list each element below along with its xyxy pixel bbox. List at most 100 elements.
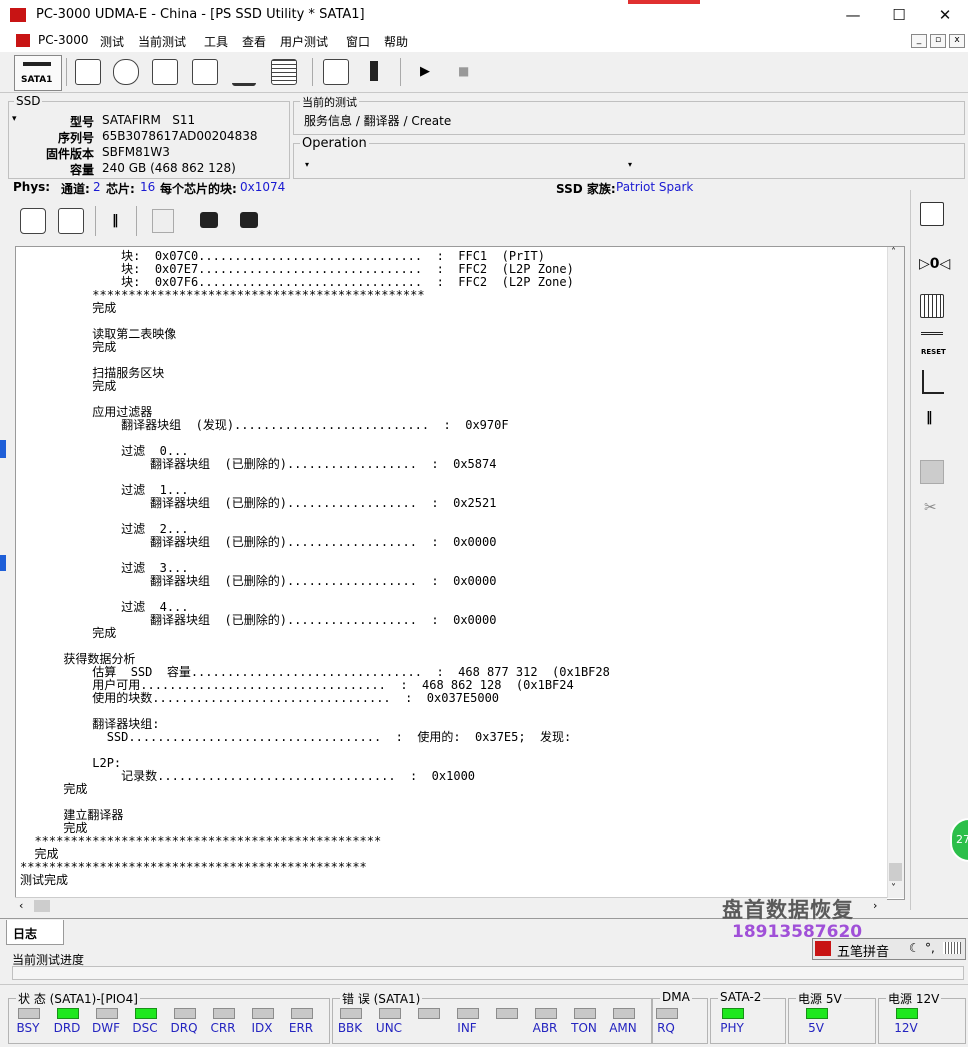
ssd-dropdown-icon[interactable]: ▾ [12,114,17,124]
sector-grid-icon[interactable] [271,59,297,85]
side-tools-icon[interactable]: ✂ [924,498,937,516]
status-group-title: 电源 12V [886,990,942,1007]
serial-label: 序列号 [57,131,94,145]
mdi-close-button[interactable]: x [949,34,965,48]
status-led-label: AMN [609,1021,637,1035]
scroll-down-arrow-icon[interactable]: ˅ [891,883,896,894]
menu-help[interactable]: 帮助 [384,33,408,50]
ssd-group-title: SSD [14,94,43,108]
scroll-left-arrow-icon[interactable]: ‹ [19,899,23,912]
stop-icon[interactable]: ■ [458,64,469,78]
reset-icon[interactable] [232,59,256,86]
channels-value: 2 [93,180,101,194]
status-group-title: 错 误 (SATA1) [340,990,423,1007]
ime-moon-icon[interactable]: ☾ [909,941,920,955]
side-drive-info-icon[interactable] [920,202,944,226]
status-group-title: 电源 5V [796,990,844,1007]
side-pause-icon[interactable]: ‖ [926,410,933,425]
log-line: 使用的块数................................. :… [20,691,500,705]
side-reset-icon[interactable]: RESET [921,332,946,359]
model-label: 型号 [69,115,94,129]
status-group-title: DMA [660,990,692,1004]
scroll-right-arrow-icon[interactable]: › [873,899,877,912]
side-plugin-icon[interactable] [920,460,944,484]
ime-logo-icon [815,941,831,956]
menu-bar: PC-3000 测试 当前测试 工具 查看 用户测试 窗口 帮助 _ ▫ x [0,30,968,53]
menu-pc3000[interactable]: PC-3000 [38,33,88,47]
status-led-label: DRQ [170,1021,198,1035]
menu-view[interactable]: 查看 [242,33,266,50]
drive-info-icon[interactable] [75,59,101,85]
app-logo-icon [10,8,26,22]
menu-test[interactable]: 测试 [100,33,124,50]
status-led-label: ERR [288,1021,314,1035]
sata-port-button[interactable]: SATA1 [14,55,62,91]
status-led-inf [457,1008,479,1019]
firmware-value: SBFM81W3 [102,145,170,159]
status-led-label: DWF [91,1021,120,1035]
pause-icon[interactable]: ‖ [112,213,119,228]
mdi-minimize-button[interactable]: _ [911,34,927,48]
title-bar: PC-3000 UDMA-E - China - [PS SSD Utility… [0,0,968,30]
side-power-switch-icon[interactable] [922,370,944,394]
status-indicators: 状 态 (SATA1)-[PIO4] BSY DRD DWF DSC DRQ CRR IDX E… [0,988,968,1047]
log-vertical-scrollbar[interactable]: ˄ ˅ [887,247,904,898]
current-test-path: 服务信息 / 翻译器 / Create [304,114,452,128]
menu-user-test[interactable]: 用户测试 [280,33,328,50]
scroll-up-arrow-icon[interactable]: ˄ [891,247,896,258]
chips-value: 16 [140,180,156,194]
status-led-label: DSC [132,1021,158,1035]
tab-log[interactable]: 日志 [6,920,64,945]
ime-label: 五笔拼音 [837,945,890,960]
port-connector-icon [23,62,51,66]
status-led-abr [535,1008,557,1019]
log-line: 记录数................................. : 0… [20,769,476,783]
save-disk-icon[interactable] [58,208,84,234]
run-test-icon[interactable] [362,59,386,83]
mdi-restore-button[interactable]: ▫ [930,34,946,48]
log-line: 翻译器块组 (已删除的).................. : 0x0000 [20,535,497,549]
log-line: SSD................................... :… [20,730,572,744]
menu-tools[interactable]: 工具 [204,33,228,50]
scroll-thumb[interactable] [889,863,902,881]
app-menu-icon[interactable] [16,34,30,47]
operation-select[interactable]: ▾ ▾ [302,158,638,172]
menu-window[interactable]: 窗口 [346,33,370,50]
side-chip-icon[interactable] [920,294,944,318]
ime-punct-icon[interactable]: °, [925,941,935,955]
floating-badge[interactable]: 27 [950,818,968,862]
minimize-button[interactable]: — [838,4,868,26]
status-led-dsc [135,1008,157,1019]
watermark-name: 盘首数据恢复 [722,898,854,922]
play-icon[interactable]: ▶ [420,64,430,79]
log-line: 建立翻译器 [20,808,124,822]
toolbar-separator [66,58,67,86]
background-window-edge [0,555,6,571]
status-led-label: TON [571,1021,597,1035]
save-log-settings-icon[interactable] [20,208,46,234]
settings-gear-icon[interactable] [113,59,139,85]
log-toolbar-separator [136,206,137,236]
ime-toolbar[interactable]: 五笔拼音 ☾ °, [812,938,966,960]
ime-keyboard-icon[interactable] [943,942,961,954]
side-power-io-icon[interactable]: ▷0◁ [919,256,950,272]
status-led-label: CRR [210,1021,236,1035]
close-button[interactable]: ✕ [930,4,960,26]
status-led-dwf [96,1008,118,1019]
ssd-family-label: SSD 家族: [556,182,616,196]
toolbar-separator [312,58,313,86]
status-led-label: 12V [894,1021,918,1035]
copy-icon[interactable] [152,209,174,233]
chip-map-icon[interactable] [192,59,218,85]
find-next-binoculars-icon[interactable] [240,212,258,228]
chip-copy-icon[interactable] [152,59,178,85]
side-panel-border [910,190,911,910]
log-output[interactable]: 块: 0x07C0...............................… [15,246,905,900]
status-led-5v [806,1008,828,1019]
hscroll-thumb[interactable] [34,900,50,912]
maximize-button[interactable]: ☐ [884,4,914,26]
find-binoculars-icon[interactable] [200,212,218,228]
menu-current-test[interactable]: 当前测试 [138,33,186,50]
test-progress-bar [12,966,964,980]
windows-stack-icon[interactable] [323,59,349,85]
